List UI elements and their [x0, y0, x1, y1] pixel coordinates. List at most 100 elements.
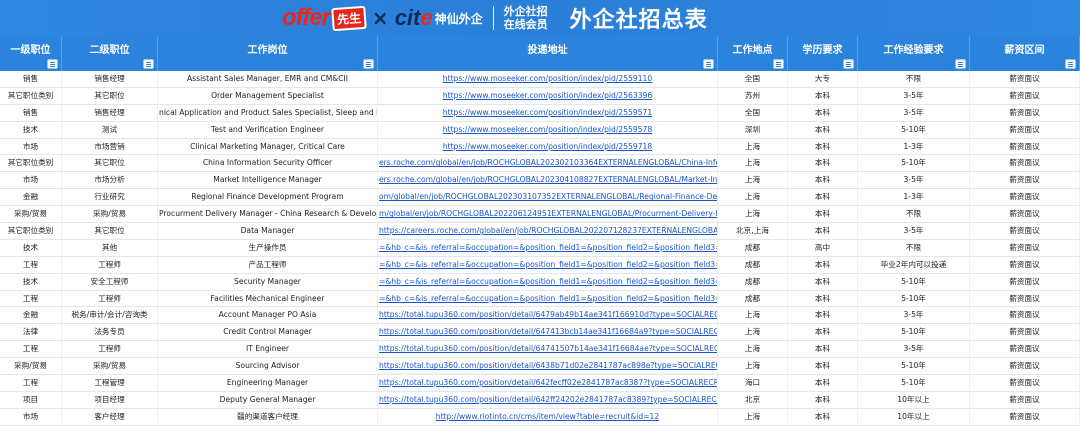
- table-row[interactable]: 销售 销售经理 nical Application and Product Sale…: [0, 104, 1080, 122]
- cell-apply-link[interactable]: =&hb_c=&is_referral=&occupation=&positio…: [378, 256, 718, 273]
- cell-category[interactable]: 采购/贸易: [0, 206, 62, 223]
- cell-position[interactable]: Sourcing Advisor: [158, 358, 378, 375]
- cell-salary[interactable]: 薪资面议: [970, 273, 1080, 290]
- cell-subcategory[interactable]: 销售经理: [62, 71, 158, 87]
- cell-location[interactable]: 深圳: [718, 121, 788, 138]
- cell-apply-link[interactable]: https://careers.roche.com/global/en/job/…: [378, 223, 718, 239]
- cell-apply-link[interactable]: https://total.tupu360.com/position/detai…: [378, 341, 718, 358]
- table-row[interactable]: 技术 安全工程师 Security Manager =&hb_c=&is_referr…: [0, 273, 1080, 291]
- cell-education[interactable]: 本科: [788, 138, 858, 155]
- table-row[interactable]: 采购/贸易 采购/贸易 Procurment Delivery Manager - …: [0, 206, 1080, 224]
- cell-subcategory[interactable]: 其他: [62, 239, 158, 256]
- cell-subcategory[interactable]: 其它职位: [62, 223, 158, 239]
- cell-apply-link[interactable]: https://www.moseeker.com/position/index/…: [378, 138, 718, 155]
- cell-salary[interactable]: 薪资面议: [970, 391, 1080, 408]
- table-row[interactable]: 法律 法务专员 Credit Control Manager https://tota…: [0, 324, 1080, 342]
- cell-experience[interactable]: 1-3年: [858, 189, 970, 206]
- cell-position[interactable]: Market Intelligence Manager: [158, 172, 378, 189]
- cell-salary[interactable]: 薪资面议: [970, 71, 1080, 87]
- cell-location[interactable]: 北京: [718, 391, 788, 408]
- cell-category[interactable]: 其它职位类别: [0, 87, 62, 104]
- cell-apply-link[interactable]: https://total.tupu360.com/position/detai…: [378, 375, 718, 391]
- cell-apply-link[interactable]: https://total.tupu360.com/position/detai…: [378, 307, 718, 324]
- cell-position[interactable]: Clinical Marketing Manager, Critical Car…: [158, 138, 378, 155]
- table-row[interactable]: 工程 工程师 IT Engineer https://total.tupu360.co…: [0, 341, 1080, 359]
- cell-location[interactable]: 上海: [718, 138, 788, 155]
- cell-experience[interactable]: 5-10年: [858, 273, 970, 290]
- table-row[interactable]: 工程 工程师 产品工程师 =&hb_c=&is_referral=&occupatio…: [0, 256, 1080, 274]
- cell-subcategory[interactable]: 工程管理: [62, 375, 158, 391]
- cell-location[interactable]: 上海: [718, 341, 788, 358]
- cell-position[interactable]: Security Manager: [158, 273, 378, 290]
- cell-experience[interactable]: 不限: [858, 206, 970, 223]
- cell-salary[interactable]: 薪资面议: [970, 87, 1080, 104]
- cell-education[interactable]: 本科: [788, 290, 858, 307]
- cell-subcategory[interactable]: 工程师: [62, 341, 158, 358]
- cell-category[interactable]: 市场: [0, 172, 62, 189]
- cell-experience[interactable]: 5-10年: [858, 324, 970, 341]
- table-row[interactable]: 项目 项目经理 Deputy General Manager https://tota…: [0, 391, 1080, 409]
- cell-apply-link[interactable]: https://total.tupu360.com/position/detai…: [378, 358, 718, 375]
- cell-position[interactable]: Engineering Manager: [158, 375, 378, 391]
- cell-position[interactable]: nical Application and Product Sales Spec…: [158, 104, 378, 121]
- cell-position[interactable]: 产品工程师: [158, 256, 378, 273]
- cell-subcategory[interactable]: 工程师: [62, 290, 158, 307]
- cell-experience[interactable]: 3-5年: [858, 223, 970, 239]
- cell-position[interactable]: Data Manager: [158, 223, 378, 239]
- cell-position[interactable]: Account Manager PO Asia: [158, 307, 378, 324]
- cell-subcategory[interactable]: 行业研究: [62, 189, 158, 206]
- filter-icon[interactable]: [143, 59, 154, 69]
- cell-category[interactable]: 销售: [0, 71, 62, 87]
- cell-category[interactable]: 金融: [0, 189, 62, 206]
- cell-experience[interactable]: 5-10年: [858, 155, 970, 172]
- cell-subcategory[interactable]: 销售经理: [62, 104, 158, 121]
- cell-category[interactable]: 工程: [0, 375, 62, 391]
- cell-apply-link[interactable]: http://www.riotinto.cn/cms/item/view?tab…: [378, 408, 718, 425]
- cell-experience[interactable]: 5-10年: [858, 358, 970, 375]
- cell-salary[interactable]: 薪资面议: [970, 223, 1080, 239]
- filter-icon[interactable]: [47, 59, 58, 69]
- cell-experience[interactable]: 5-10年: [858, 290, 970, 307]
- cell-position[interactable]: IT Engineer: [158, 341, 378, 358]
- cell-category[interactable]: 技术: [0, 239, 62, 256]
- cell-category[interactable]: 法律: [0, 324, 62, 341]
- cell-position[interactable]: China Information Security Officer: [158, 155, 378, 172]
- cell-education[interactable]: 本科: [788, 87, 858, 104]
- cell-position[interactable]: 疆的渠道客户经理: [158, 408, 378, 425]
- table-row[interactable]: 金融 行业研究 Regional Finance Development Progr…: [0, 189, 1080, 207]
- cell-location[interactable]: 上海: [718, 358, 788, 375]
- table-row[interactable]: 金融 税务/审计/会计/咨询类 Account Manager PO Asia htt…: [0, 307, 1080, 325]
- cell-apply-link[interactable]: m/global/en/job/ROCHGLOBAL202206124951EX…: [378, 206, 718, 223]
- cell-position[interactable]: 生产操作员: [158, 239, 378, 256]
- column-header[interactable]: 投递地址: [378, 36, 718, 71]
- cell-education[interactable]: 本科: [788, 307, 858, 324]
- cell-apply-link[interactable]: https://www.moseeker.com/position/index/…: [378, 104, 718, 121]
- cell-experience[interactable]: 3-5年: [858, 172, 970, 189]
- filter-icon[interactable]: [843, 59, 854, 69]
- table-row[interactable]: 市场 市场营销 Clinical Marketing Manager, Critic…: [0, 138, 1080, 156]
- cell-category[interactable]: 工程: [0, 290, 62, 307]
- cell-education[interactable]: 本科: [788, 121, 858, 138]
- cell-education[interactable]: 本科: [788, 104, 858, 121]
- cell-salary[interactable]: 薪资面议: [970, 206, 1080, 223]
- column-header[interactable]: 二级职位: [62, 36, 158, 71]
- column-header[interactable]: 工作经验要求: [858, 36, 970, 71]
- cell-salary[interactable]: 薪资面议: [970, 290, 1080, 307]
- filter-icon[interactable]: [703, 59, 714, 69]
- cell-category[interactable]: 金融: [0, 307, 62, 324]
- cell-location[interactable]: 海口: [718, 375, 788, 391]
- column-header[interactable]: 工作岗位: [158, 36, 378, 71]
- column-header[interactable]: 一级职位: [0, 36, 62, 71]
- column-header[interactable]: 薪资区间: [970, 36, 1080, 71]
- cell-category[interactable]: 技术: [0, 121, 62, 138]
- cell-salary[interactable]: 薪资面议: [970, 155, 1080, 172]
- cell-category[interactable]: 工程: [0, 341, 62, 358]
- cell-category[interactable]: 销售: [0, 104, 62, 121]
- cell-apply-link[interactable]: =&hb_c=&is_referral=&occupation=&positio…: [378, 290, 718, 307]
- column-header[interactable]: 学历要求: [788, 36, 858, 71]
- cell-salary[interactable]: 薪资面议: [970, 307, 1080, 324]
- cell-education[interactable]: 本科: [788, 256, 858, 273]
- cell-apply-link[interactable]: https://www.moseeker.com/position/index/…: [378, 71, 718, 87]
- cell-experience[interactable]: 3-5年: [858, 87, 970, 104]
- table-row[interactable]: 市场 客户经理 疆的渠道客户经理 http://www.riotinto.cn/cms…: [0, 408, 1080, 426]
